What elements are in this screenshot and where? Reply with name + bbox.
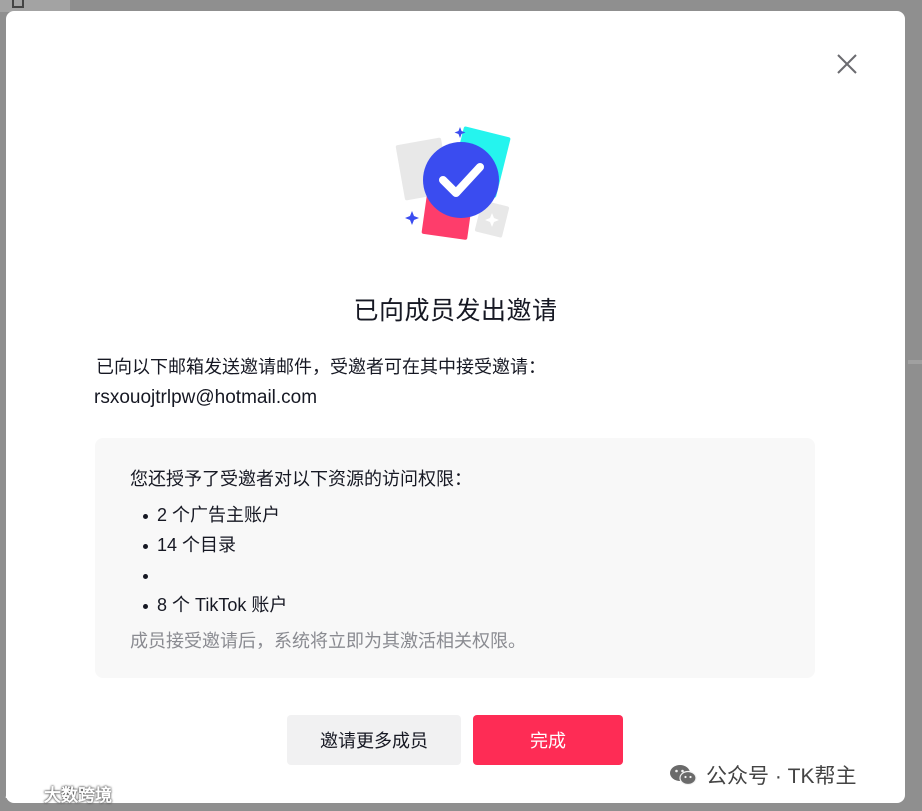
permissions-list: 2 个广告主账户 14 个目录 8 个 TikTok 账户 — [143, 500, 287, 620]
done-button[interactable]: 完成 — [473, 715, 623, 765]
permission-item: 2 个广告主账户 — [143, 500, 287, 530]
permissions-heading: 您还授予了受邀者对以下资源的访问权限： — [130, 469, 472, 489]
close-button[interactable] — [834, 51, 860, 77]
invited-email: rsxouojtrlpw@hotmail.com — [94, 387, 318, 408]
permission-item: 8 个 TikTok 账户 — [143, 590, 287, 620]
watermark-left-text: 大数跨境 — [44, 785, 112, 805]
watermark-logo-icon — [5, 787, 37, 799]
document-icon — [12, 0, 24, 8]
invite-more-button[interactable]: 邀请更多成员 — [287, 715, 461, 765]
dialog-description: 已向以下邮箱发送邀请邮件，受邀者可在其中接受邀请： — [96, 357, 546, 377]
wechat-icon — [670, 765, 697, 786]
invite-success-dialog: 已向成员发出邀请 已向以下邮箱发送邀请邮件，受邀者可在其中接受邀请： rsxou… — [6, 11, 905, 803]
permissions-note: 成员接受邀请后，系统将立即为其激活相关权限。 — [130, 631, 526, 651]
background-edge — [908, 360, 922, 364]
watermark-right: 公众号 · TK帮主 — [668, 760, 857, 790]
dialog-title: 已向成员发出邀请 — [353, 297, 558, 325]
watermark-left: 大数跨境 — [4, 780, 112, 806]
close-icon — [837, 54, 857, 74]
watermark-right-text: 公众号 · TK帮主 — [706, 765, 857, 788]
permission-item — [143, 560, 287, 590]
invite-success-illustration — [395, 126, 511, 240]
permission-item: 14 个目录 — [143, 530, 287, 560]
permissions-panel: 您还授予了受邀者对以下资源的访问权限： 2 个广告主账户 14 个目录 8 个 … — [95, 438, 815, 678]
